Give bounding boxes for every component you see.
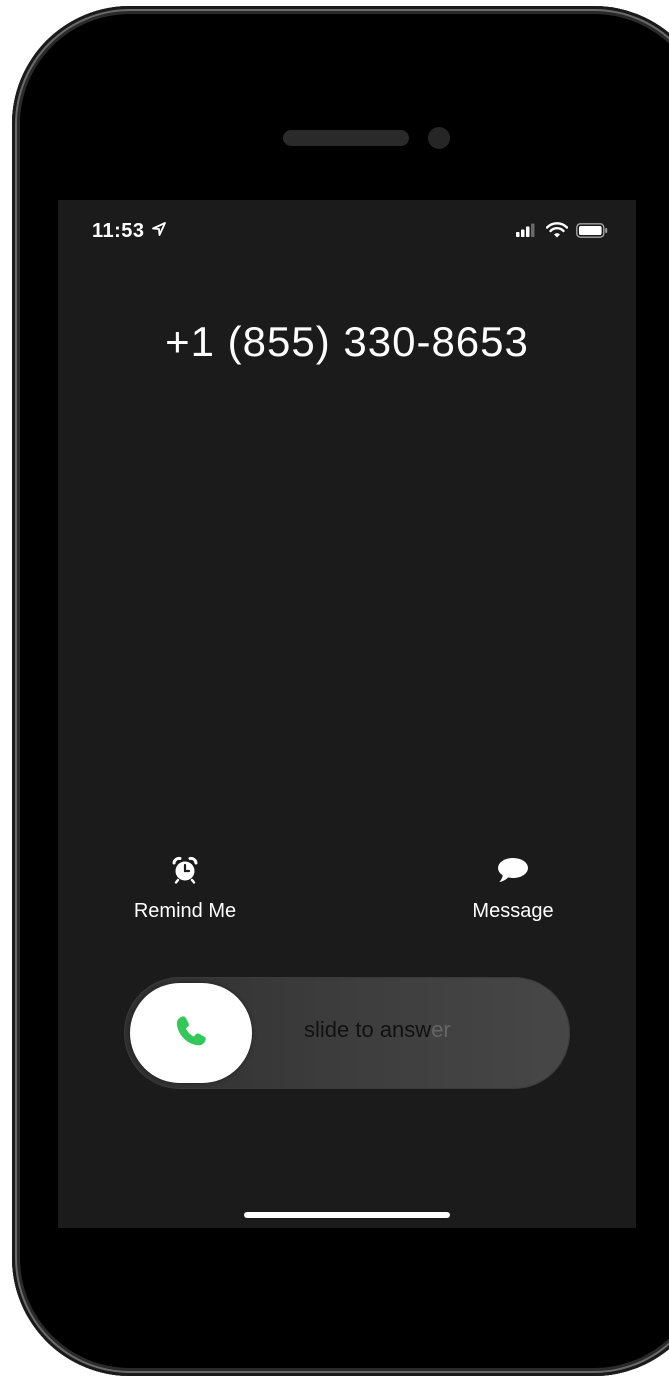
- incoming-call-screen: 11:53 +1 (855) 330-8653 Remind Me Messag…: [58, 200, 636, 1228]
- phone-mockup: 11:53 +1 (855) 330-8653 Remind Me Messag…: [0, 0, 669, 1380]
- home-indicator[interactable]: [244, 1212, 450, 1218]
- location-arrow-icon: [151, 220, 167, 243]
- front-camera: [428, 127, 450, 149]
- message-label: Message: [472, 900, 554, 922]
- alarm-clock-icon: [171, 856, 199, 889]
- remind-me-label: Remind Me: [133, 900, 237, 922]
- slide-to-answer-slider[interactable]: slide to answer: [124, 977, 570, 1089]
- wifi-icon: [545, 222, 569, 243]
- status-time: 11:53: [92, 220, 145, 242]
- slide-to-answer-label-fade: er: [431, 1017, 451, 1042]
- earpiece-speaker: [283, 130, 409, 146]
- phone-icon: [173, 1013, 209, 1054]
- status-indicators: [516, 222, 608, 243]
- battery-icon: [576, 222, 608, 243]
- status-bar: 11:53: [58, 200, 636, 260]
- slide-to-answer-label-main: slide to answ: [304, 1017, 432, 1042]
- caller-number: +1 (855) 330-8653: [165, 318, 529, 365]
- answer-knob[interactable]: [130, 983, 252, 1083]
- message-button[interactable]: Message: [433, 856, 593, 923]
- status-time-group: 11:53: [92, 220, 167, 243]
- message-bubble-icon: [497, 857, 529, 888]
- cellular-signal-icon: [516, 223, 538, 242]
- remind-me-button[interactable]: Remind Me: [105, 856, 265, 923]
- slide-to-answer-label: slide to answer: [304, 1017, 451, 1043]
